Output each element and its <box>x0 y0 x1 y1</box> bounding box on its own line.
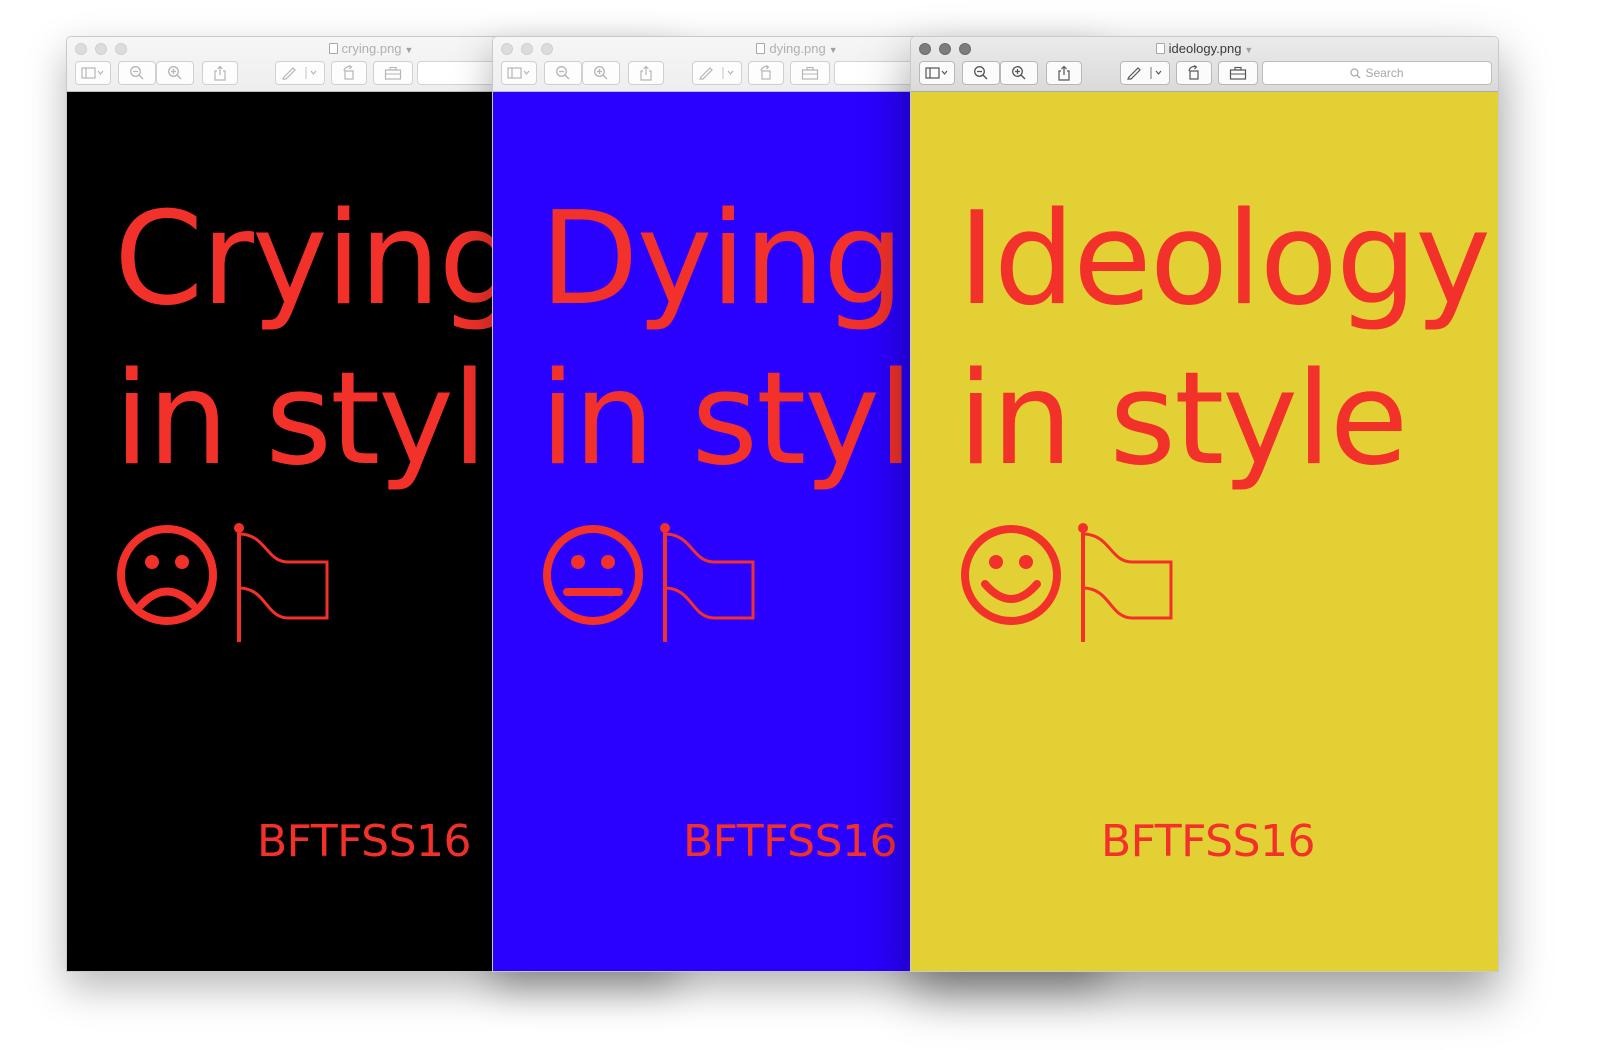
pen-icon <box>282 67 317 80</box>
sidebar-icon <box>81 67 104 79</box>
window-title-text: crying.png <box>341 41 402 56</box>
neutral-face-icon <box>543 525 643 625</box>
zoom-out-icon <box>556 66 570 80</box>
share-button[interactable] <box>628 61 664 85</box>
zoom-out-button[interactable] <box>962 61 1000 85</box>
document-icon <box>756 43 766 54</box>
toolbox-button[interactable] <box>373 61 413 85</box>
zoom-out-button[interactable] <box>544 61 582 85</box>
poster-tag: BFTFSS16 <box>257 816 471 867</box>
toolbar: Search <box>919 61 1492 85</box>
zoom-in-button[interactable] <box>582 61 620 85</box>
rotate-icon <box>1188 65 1199 80</box>
window-title-text: dying.png <box>769 41 826 56</box>
search-input[interactable]: Search <box>1262 61 1492 85</box>
pen-icon <box>1127 67 1162 80</box>
search-icon <box>1350 67 1361 78</box>
rotate-button[interactable] <box>1176 61 1212 85</box>
toolbox-icon <box>1229 66 1247 80</box>
preview-window-ideology[interactable]: ideology.png ▼ Search Ideology in style … <box>910 36 1499 972</box>
sad-face-icon <box>117 525 217 625</box>
zoom-out-button[interactable] <box>118 61 156 85</box>
zoom-in-icon <box>1012 66 1026 80</box>
sidebar-icon <box>507 67 530 79</box>
rotate-button[interactable] <box>331 61 367 85</box>
desktop: crying.png ▼ Crying in style BFTFSS16 dy… <box>0 0 1599 1050</box>
flag-icon <box>1078 523 1173 642</box>
zoom-in-icon <box>594 66 608 80</box>
share-icon <box>640 65 652 81</box>
markup-button[interactable] <box>1120 61 1170 85</box>
flag-icon <box>234 523 329 642</box>
share-button[interactable] <box>202 61 238 85</box>
markup-button[interactable] <box>275 61 325 85</box>
emoji-row <box>117 523 329 642</box>
poster-headline: Ideology in style <box>958 180 1491 500</box>
rotate-button[interactable] <box>748 61 784 85</box>
sidebar-toggle-button[interactable] <box>919 61 955 85</box>
zoom-in-button[interactable] <box>1000 61 1038 85</box>
share-icon <box>1058 65 1070 81</box>
poster-image: Ideology in style BFTFSS16 <box>911 92 1498 971</box>
flag-icon <box>660 523 755 642</box>
toolbox-icon <box>801 66 819 80</box>
share-icon <box>214 65 226 81</box>
zoom-in-icon <box>168 66 182 80</box>
emoji-row <box>543 523 755 642</box>
search-placeholder: Search <box>1365 66 1404 80</box>
markup-button[interactable] <box>692 61 742 85</box>
sidebar-toggle-button[interactable] <box>501 61 537 85</box>
rotate-icon <box>760 65 771 80</box>
sidebar-toggle-button[interactable] <box>75 61 111 85</box>
emoji-row <box>961 523 1173 642</box>
toolbox-button[interactable] <box>790 61 830 85</box>
zoom-out-icon <box>974 66 988 80</box>
headline-line-1: Ideology <box>958 185 1491 334</box>
toolbox-button[interactable] <box>1218 61 1258 85</box>
pen-icon <box>699 67 734 80</box>
toolbox-icon <box>384 66 402 80</box>
headline-line-2: in style <box>958 345 1408 494</box>
rotate-icon <box>343 65 354 80</box>
window-titlebar[interactable]: ideology.png ▼ Search <box>911 37 1498 92</box>
document-icon <box>328 43 338 54</box>
window-title[interactable]: ideology.png ▼ <box>911 41 1498 56</box>
poster-tag: BFTFSS16 <box>683 816 897 867</box>
chevron-down-icon: ▼ <box>828 45 838 55</box>
share-button[interactable] <box>1046 61 1082 85</box>
chevron-down-icon: ▼ <box>404 45 414 55</box>
chevron-down-icon: ▼ <box>1244 45 1254 55</box>
window-title-text: ideology.png <box>1168 41 1242 56</box>
zoom-out-icon <box>130 66 144 80</box>
document-icon <box>1155 43 1165 54</box>
smiley-face-icon <box>961 525 1061 625</box>
poster-tag: BFTFSS16 <box>1101 816 1315 867</box>
zoom-in-button[interactable] <box>156 61 194 85</box>
sidebar-icon <box>925 67 948 79</box>
